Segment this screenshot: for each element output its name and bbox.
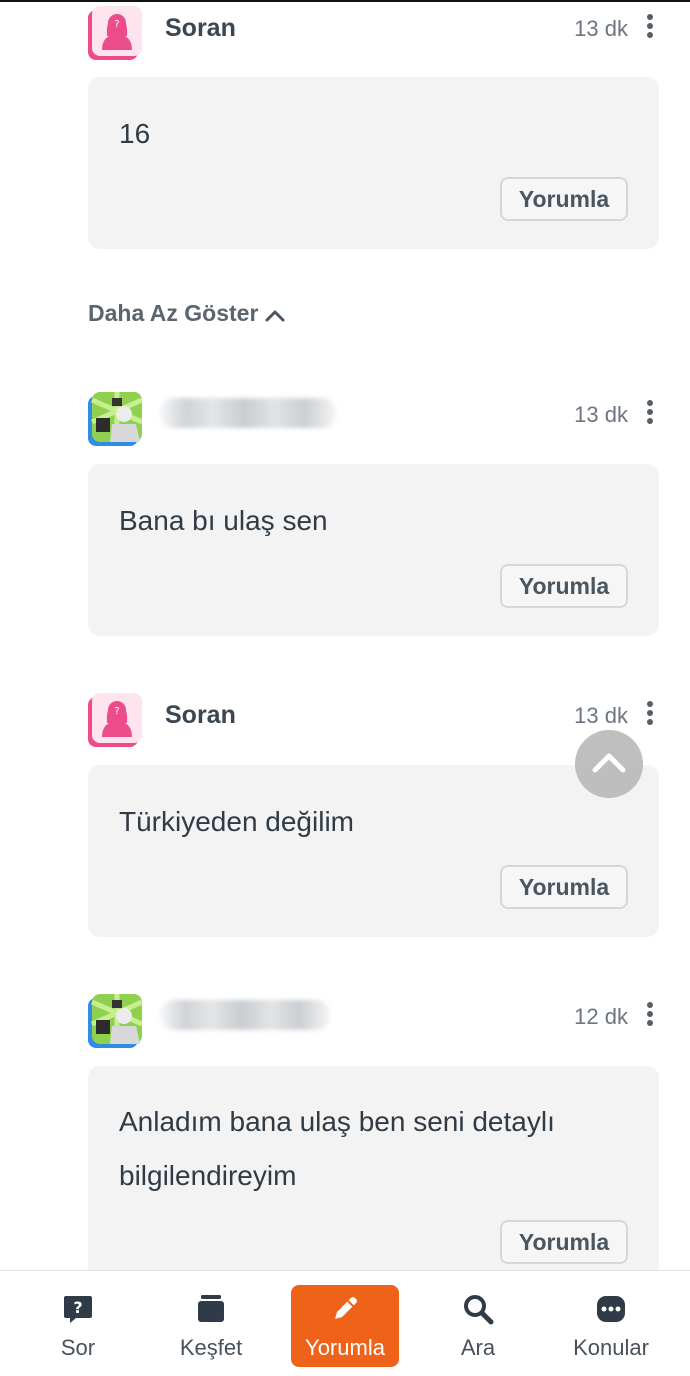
reply-button[interactable]: Yorumla: [500, 177, 628, 221]
comment-text: Bana bı ulaş sen: [119, 505, 328, 536]
chevron-up-icon: [265, 310, 285, 322]
more-options-icon[interactable]: [646, 1002, 654, 1030]
reply-button[interactable]: Yorumla: [500, 865, 628, 909]
tab-label: Yorumla: [305, 1335, 385, 1360]
comment-header: ? Soran 13 dk: [0, 6, 690, 66]
comment-time: 13 dk: [574, 16, 628, 41]
scroll-to-top-button[interactable]: [575, 730, 643, 798]
svg-text:?: ?: [114, 19, 119, 30]
show-less-button[interactable]: Daha Az Göster: [88, 300, 286, 327]
comment-header: 13 dk: [0, 392, 690, 452]
svg-text:?: ?: [114, 706, 119, 717]
comment-bubble: 16 Yorumla: [88, 77, 659, 249]
comment-time: 13 dk: [574, 402, 628, 427]
reply-button[interactable]: Yorumla: [500, 564, 628, 608]
show-less-label: Daha Az Göster: [88, 300, 259, 326]
tab-kesfet[interactable]: Keşfet: [157, 1285, 265, 1367]
comment-text: 16: [119, 118, 151, 149]
tab-konular[interactable]: Konular: [557, 1285, 665, 1367]
blurred-username: [160, 1000, 330, 1030]
tab-label: Konular: [573, 1335, 649, 1360]
more-options-icon[interactable]: [646, 701, 654, 729]
tab-yorumla[interactable]: Yorumla: [291, 1285, 399, 1367]
tab-sor[interactable]: ? Sor: [24, 1285, 132, 1367]
comment-header: 12 dk: [0, 994, 690, 1054]
comment-time: 13 dk: [574, 703, 628, 728]
comment-thread-screen: ? Soran 13 dk 16 Yorumla Daha Az Göster: [0, 0, 690, 1376]
user-avatar-icon[interactable]: [88, 994, 142, 1048]
comment-bubble: Bana bı ulaş sen Yorumla: [88, 464, 659, 636]
tab-label: Sor: [60, 1335, 96, 1360]
user-avatar-icon[interactable]: [88, 392, 142, 446]
tab-label: Ara: [460, 1335, 496, 1360]
comment-author[interactable]: Soran: [165, 14, 236, 43]
tab-ara[interactable]: Ara: [424, 1285, 532, 1367]
comment-bubble: Anladım bana ulaş ben seni detaylı bilgi…: [88, 1066, 659, 1286]
reply-button[interactable]: Yorumla: [500, 1220, 628, 1264]
search-icon: [464, 1295, 494, 1325]
bottom-tab-bar: ? Sor Keşfet Yorumla Ara Konular: [0, 1270, 690, 1376]
more-bubble-icon: [597, 1296, 625, 1322]
tab-label: Keşfet: [179, 1335, 243, 1360]
comment-text: Türkiyeden değilim: [119, 806, 354, 837]
cards-icon: [198, 1295, 224, 1322]
comment-time: 12 dk: [574, 1004, 628, 1029]
more-options-icon[interactable]: [646, 14, 654, 42]
more-options-icon[interactable]: [646, 400, 654, 428]
comment-bubble: Türkiyeden değilim Yorumla: [88, 765, 659, 937]
blurred-username: [160, 398, 336, 428]
female-avatar-icon[interactable]: ?: [88, 6, 142, 60]
comment-author[interactable]: Soran: [165, 701, 236, 730]
comment-text: Anladım bana ulaş ben seni detaylı bilgi…: [119, 1106, 555, 1191]
pencil-icon: [335, 1297, 357, 1319]
female-avatar-icon[interactable]: ?: [88, 693, 142, 747]
svg-text:?: ?: [73, 1298, 82, 1317]
chevron-up-icon: [592, 753, 626, 773]
question-bubble-icon: ?: [64, 1296, 92, 1323]
